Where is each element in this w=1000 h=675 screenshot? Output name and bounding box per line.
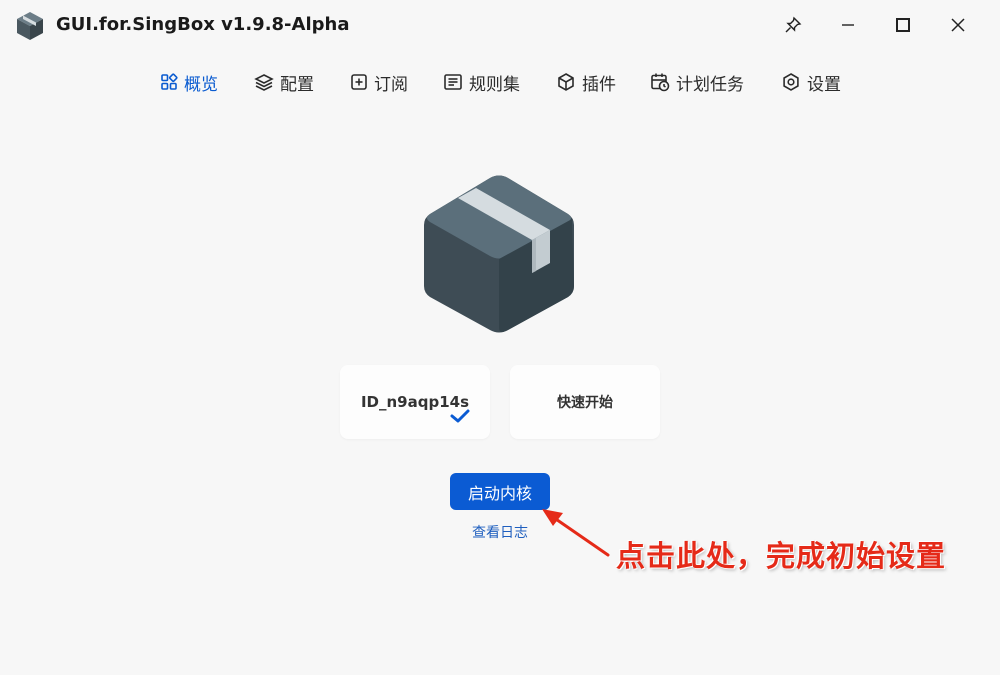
tab-scheduled-tasks[interactable]: 计划任务 — [650, 66, 744, 98]
tab-settings-label: 设置 — [807, 74, 841, 95]
layers-icon — [254, 74, 274, 91]
tab-plugins[interactable]: 插件 — [556, 66, 616, 98]
checkmark-icon — [450, 409, 470, 423]
overview-grid-icon — [161, 73, 178, 90]
settings-gear-icon — [783, 73, 799, 91]
tab-plugins-label: 插件 — [582, 74, 616, 95]
profile-card[interactable]: ID_n9aqp14s — [340, 365, 490, 439]
tab-profiles[interactable]: 配置 — [254, 66, 314, 98]
calendar-clock-icon — [651, 73, 670, 92]
tab-overview-label: 概览 — [184, 74, 218, 95]
close-icon — [951, 18, 965, 32]
minimize-icon — [842, 24, 854, 26]
pin-icon — [785, 16, 802, 33]
tab-settings[interactable]: 设置 — [781, 66, 841, 98]
tab-overview[interactable]: 概览 — [160, 66, 218, 98]
close-button[interactable] — [938, 10, 978, 40]
main-nav: 概览 配置 订阅 规则集 插件 计划任务 设置 — [0, 66, 1000, 98]
title-bar: GUI.for.SingBox v1.9.8-Alpha — [0, 0, 1000, 52]
plugin-cube-icon — [558, 73, 574, 91]
annotation-arrow-icon — [542, 509, 610, 557]
minimize-button[interactable] — [828, 10, 868, 40]
tab-rulesets-label: 规则集 — [469, 74, 520, 95]
ruleset-icon — [444, 74, 462, 90]
tab-profiles-label: 配置 — [280, 74, 314, 95]
quick-start-card[interactable]: 快速开始 — [510, 365, 660, 439]
tab-subscriptions[interactable]: 订阅 — [350, 66, 408, 98]
package-box-icon — [424, 175, 574, 333]
annotation-text: 点击此处，完成初始设置 — [616, 539, 947, 573]
tab-subscriptions-label: 订阅 — [374, 74, 408, 95]
subscribe-plus-icon — [351, 74, 367, 90]
window-title: GUI.for.SingBox v1.9.8-Alpha — [56, 14, 350, 35]
tab-scheduled-tasks-label: 计划任务 — [676, 74, 744, 95]
maximize-icon — [896, 18, 910, 32]
app-logo-icon — [17, 12, 43, 40]
quick-start-label: 快速开始 — [557, 395, 613, 411]
pin-button[interactable] — [773, 10, 813, 40]
tab-rulesets[interactable]: 规则集 — [443, 66, 520, 98]
maximize-button[interactable] — [883, 10, 923, 40]
